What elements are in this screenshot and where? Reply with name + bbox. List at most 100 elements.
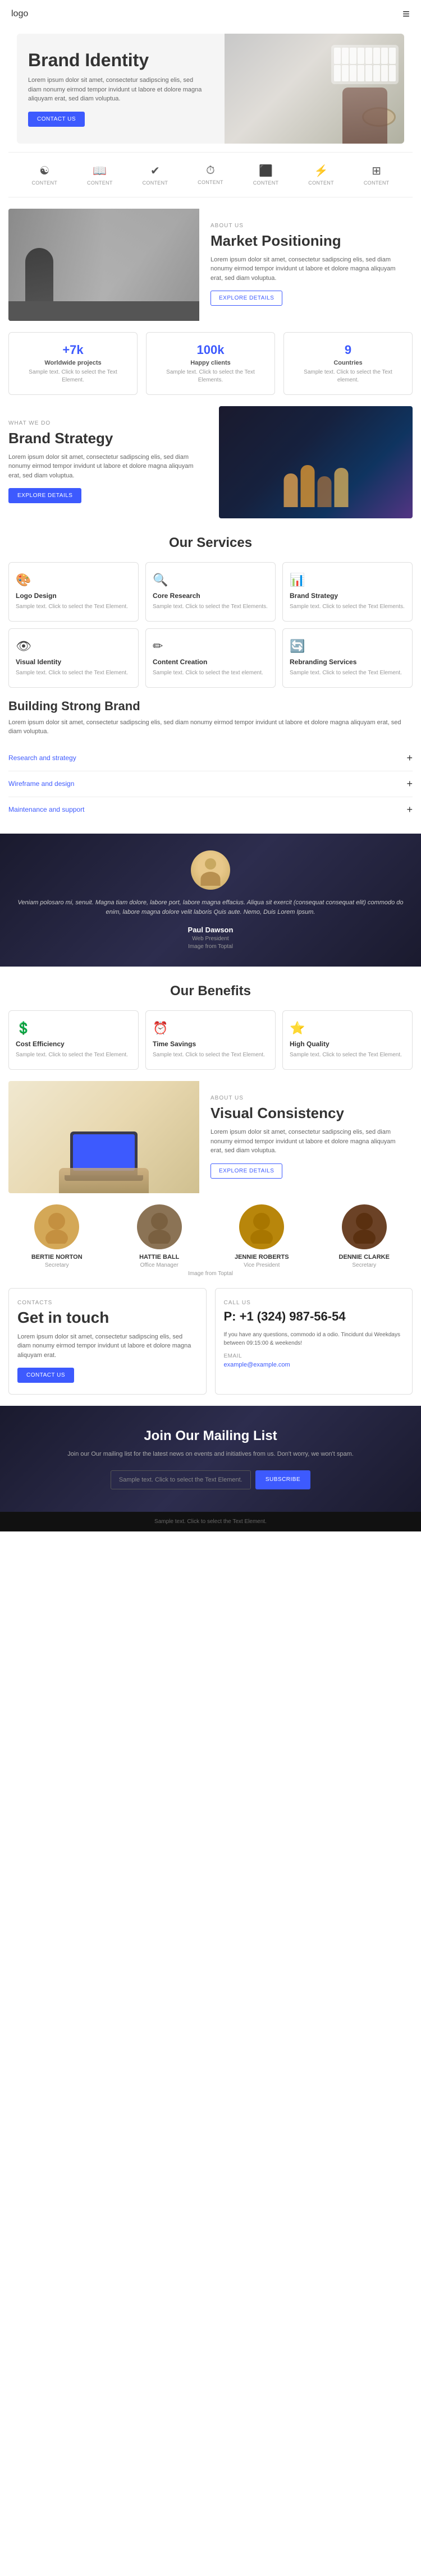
icon-item-2: 📖 CONTENT	[87, 164, 113, 186]
service-desc-5: Sample text. Click to select the Text El…	[290, 669, 405, 677]
team-name-2: JENNIE ROBERTS	[213, 1254, 310, 1261]
visual-consistency-text: ABOUT US Visual Consistency Lorem ipsum …	[199, 1081, 413, 1193]
team-avatar-img-0	[43, 1210, 71, 1244]
service-card-5: 🔄 Rebranding Services Sample text. Click…	[282, 628, 413, 688]
stat-label-0: Worldwide projects	[17, 360, 129, 366]
avatar-face	[191, 850, 230, 890]
benefit-desc-1: Sample text. Click to select the Text El…	[153, 1051, 268, 1059]
market-positioning-button[interactable]: EXPLORE DETAILS	[210, 291, 282, 306]
service-icon-1: 🔍	[153, 573, 268, 587]
hamburger-icon[interactable]: ≡	[402, 7, 410, 21]
brand-strategy-title: Brand Strategy	[8, 430, 202, 447]
icon-1: ☯	[31, 164, 57, 178]
services-section-title: Our Services	[8, 535, 413, 551]
service-desc-1: Sample text. Click to select the Text El…	[153, 603, 268, 611]
icon-2: 📖	[87, 164, 113, 178]
team-role-2: Vice President	[213, 1262, 310, 1268]
team-name-3: DENNIE CLARKE	[316, 1254, 413, 1261]
team-role-3: Secretary	[316, 1262, 413, 1268]
benefits-section-title: Our Benefits	[8, 983, 413, 999]
icon-3: ✔	[143, 164, 168, 178]
services-grid: 🎨 Logo Design Sample text. Click to sele…	[8, 562, 413, 688]
footer-text: Sample text. Click to select the Text El…	[11, 1519, 410, 1525]
testimonial-avatar	[191, 850, 230, 890]
icon-7: ⊞	[364, 164, 390, 178]
team-image-label: Image from Toptal	[8, 1271, 413, 1277]
icon-item-4: ⏱ CONTENT	[198, 164, 223, 185]
team-avatar-img-3	[350, 1210, 378, 1244]
visual-consistency-title: Visual Consistency	[210, 1105, 401, 1122]
building-title: Building Strong Brand	[8, 699, 413, 714]
market-positioning-description: Lorem ipsum dolor sit amet, consectetur …	[210, 255, 401, 283]
team-avatar-img-1	[145, 1210, 173, 1244]
benefit-icon-2: ⭐	[290, 1021, 405, 1036]
accordion-item-1[interactable]: Wireframe and design +	[8, 771, 413, 797]
hero-contact-button[interactable]: CONTACT US	[28, 112, 85, 127]
accordion-item-0[interactable]: Research and strategy +	[8, 746, 413, 771]
team-card-0: BERTIE NORTON Secretary	[8, 1204, 106, 1268]
call-us-box: CALL US P: +1 (324) 987-56-54 If you hav…	[215, 1288, 413, 1395]
desk-shape	[8, 301, 199, 321]
testimonial-text: Veniam polosaro mi, senuit. Magna tiam d…	[11, 898, 410, 918]
team-card-1: HATTIE BALL Office Manager	[111, 1204, 208, 1268]
get-in-touch-button[interactable]: CONTACT US	[17, 1368, 74, 1383]
team-avatar-3	[342, 1204, 387, 1249]
benefit-desc-2: Sample text. Click to select the Text El…	[290, 1051, 405, 1059]
benefit-card-0: 💲 Cost Efficiency Sample text. Click to …	[8, 1010, 139, 1070]
accordion-icon-1: +	[406, 778, 413, 790]
contacts-label: CONTACTS	[17, 1300, 198, 1306]
brand-strategy-button[interactable]: EXPLORE DETAILS	[8, 488, 81, 503]
team-role-0: Secretary	[8, 1262, 106, 1268]
icon-item-5: ⬛ CONTENT	[253, 164, 279, 186]
call-us-label: CALL US	[224, 1300, 404, 1306]
mailing-subscribe-button[interactable]: SUBSCRIBE	[255, 1470, 310, 1489]
brand-strategy-description: Lorem ipsum dolor sit amet, consectetur …	[8, 453, 202, 481]
contact-section: CONTACTS Get in touch Lorem ipsum dolor …	[8, 1288, 413, 1395]
navigation: logo ≡	[0, 0, 421, 28]
mailing-description: Join our Our mailing list for the latest…	[11, 1450, 410, 1459]
hero-section: Brand Identity Lorem ipsum dolor sit ame…	[8, 34, 413, 144]
service-icon-2: 📊	[290, 573, 405, 587]
icon-item-6: ⚡ CONTENT	[308, 164, 334, 186]
hands-shape	[59, 1168, 149, 1193]
hero-image-inner	[225, 34, 404, 144]
service-icon-0: 🎨	[16, 573, 131, 587]
team-section: BERTIE NORTON Secretary HATTIE BALL Offi…	[8, 1204, 413, 1277]
benefit-icon-0: 💲	[16, 1021, 131, 1036]
testimonial-role: Web President	[11, 936, 410, 942]
people-decoration	[283, 465, 348, 507]
service-title-5: Rebranding Services	[290, 658, 405, 666]
icon-item-3: ✔ CONTENT	[143, 164, 168, 186]
service-icon-5: 🔄	[290, 639, 405, 654]
service-title-4: Content Creation	[153, 658, 268, 666]
accordion-item-2[interactable]: Maintenance and support +	[8, 797, 413, 822]
about-us-label: ABOUT US	[210, 223, 401, 229]
testimonial-company: Image from Toptal	[11, 944, 410, 950]
stats-row: +7k Worldwide projects Sample text. Clic…	[8, 332, 413, 395]
benefit-desc-0: Sample text. Click to select the Text El…	[16, 1051, 131, 1059]
service-card-1: 🔍 Core Research Sample text. Click to se…	[145, 562, 276, 622]
building-description: Lorem ipsum dolor sit amet, consectetur …	[8, 718, 413, 737]
stat-card-0: +7k Worldwide projects Sample text. Clic…	[8, 332, 138, 395]
hero-text: Brand Identity Lorem ipsum dolor sit ame…	[17, 34, 219, 144]
mailing-title: Join Our Mailing List	[11, 1428, 410, 1444]
service-desc-0: Sample text. Click to select the Text El…	[16, 603, 131, 611]
stat-desc-0: Sample text. Click to select the Text El…	[17, 369, 129, 384]
visual-consistency-image	[8, 1081, 199, 1193]
hero-image	[225, 34, 404, 144]
service-title-2: Brand Strategy	[290, 592, 405, 600]
stat-card-2: 9 Countries Sample text. Click to select…	[283, 332, 413, 395]
visual-consistency-button[interactable]: EXPLORE DETAILS	[210, 1163, 282, 1179]
stat-desc-2: Sample text. Click to select the Text el…	[292, 369, 404, 384]
team-role-1: Office Manager	[111, 1262, 208, 1268]
benefit-title-2: High Quality	[290, 1040, 405, 1048]
team-avatar-0	[34, 1204, 79, 1249]
benefit-card-1: ⏰ Time Savings Sample text. Click to sel…	[145, 1010, 276, 1070]
accordion-label-1: Wireframe and design	[8, 780, 74, 788]
mailing-email-input[interactable]	[111, 1470, 251, 1489]
icon-5: ⬛	[253, 164, 279, 178]
icons-row: ☯ CONTENT 📖 CONTENT ✔ CONTENT ⏱ CONTENT …	[8, 152, 413, 197]
accordion-icon-2: +	[406, 804, 413, 816]
call-us-phone: P: +1 (324) 987-56-54	[224, 1309, 404, 1324]
accordion-icon-0: +	[406, 752, 413, 764]
